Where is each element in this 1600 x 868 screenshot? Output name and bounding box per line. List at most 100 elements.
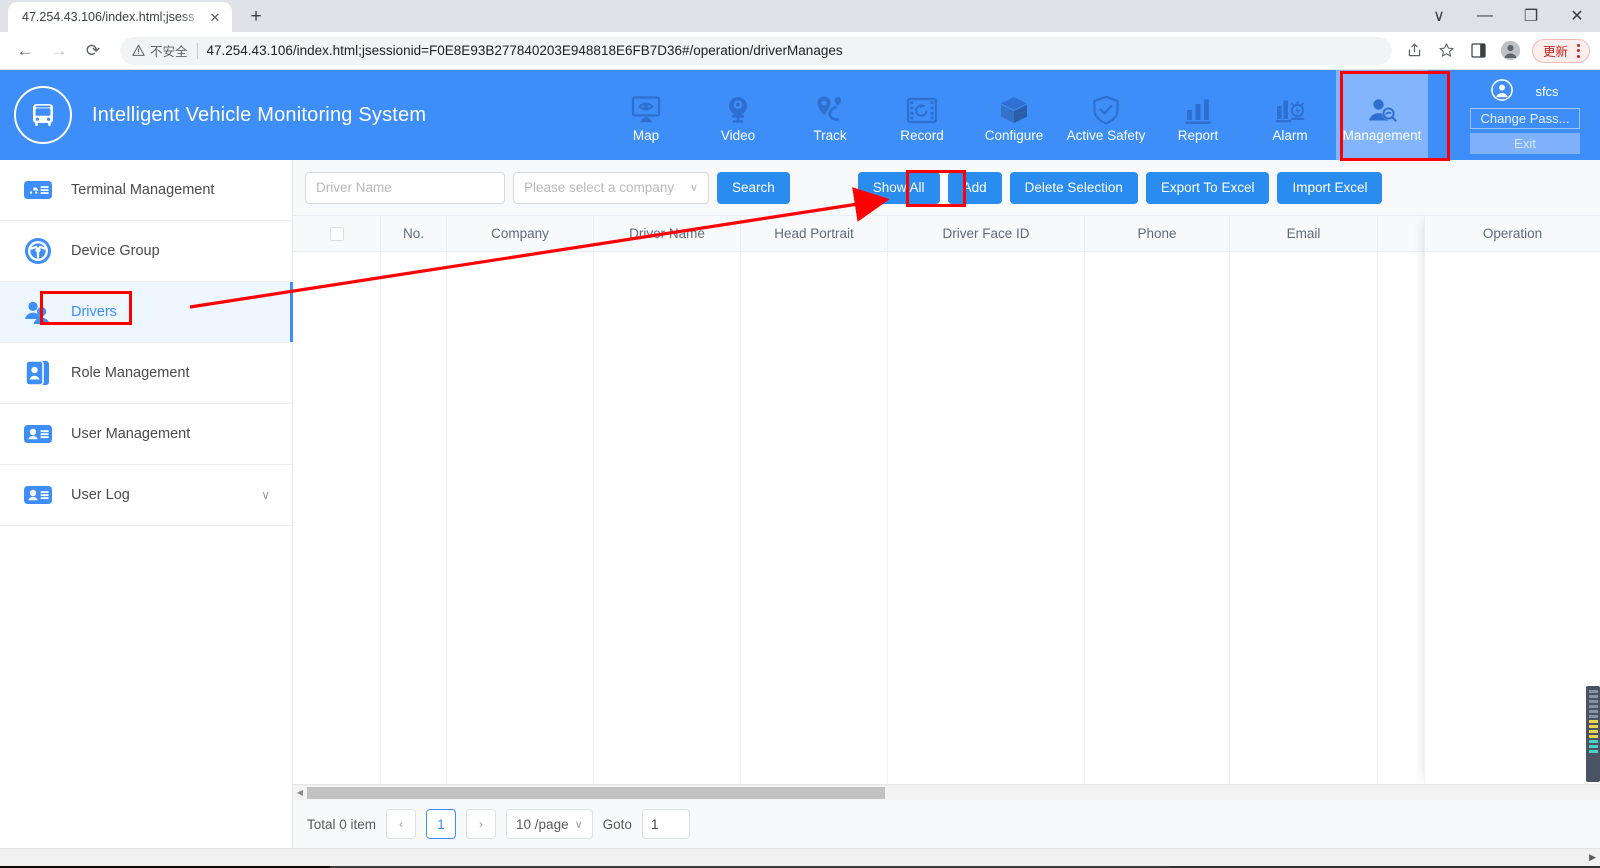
app-body: Terminal Management Device Group Drivers… xyxy=(0,160,1600,848)
reload-icon[interactable]: ⟳ xyxy=(78,36,108,66)
nav-item-management[interactable]: Management xyxy=(1336,70,1428,160)
scroll-left-icon[interactable]: ◀ xyxy=(293,788,307,797)
sidebar-item-label: Device Group xyxy=(71,243,160,259)
user-panel: sfcs Change Pass... Exit xyxy=(1450,70,1600,160)
share-icon[interactable] xyxy=(1400,36,1430,66)
maximize-icon[interactable]: ❐ xyxy=(1508,0,1554,32)
browser-tab-strip: 47.254.43.106/index.html;jsess ✕ + ∨ — ❐… xyxy=(0,0,1600,32)
page-size-select[interactable]: 10 /page ∨ xyxy=(506,809,593,839)
bus-icon xyxy=(14,86,72,144)
sidebar-item-user-log[interactable]: User Log ∨ xyxy=(0,465,292,526)
alarm-chart-icon xyxy=(1275,85,1305,125)
page-horizontal-scrollbar[interactable]: ▶ xyxy=(0,848,1600,866)
side-panel-icon[interactable] xyxy=(1464,36,1494,66)
nav-item-video[interactable]: Video xyxy=(692,70,784,160)
export-to-excel-button[interactable]: Export To Excel xyxy=(1145,171,1270,204)
sidebar-item-drivers[interactable]: Drivers xyxy=(0,282,293,343)
goto-page-input[interactable] xyxy=(641,809,690,839)
table-header-row: No. Company Driver Name Head Portrait Dr… xyxy=(293,215,1600,252)
sidebar-item-label: User Management xyxy=(71,426,191,442)
chevron-down-icon: ∨ xyxy=(689,182,698,194)
bookmark-star-icon[interactable] xyxy=(1432,36,1462,66)
nav-label: Active Safety xyxy=(1066,128,1146,144)
table-header-select-all[interactable] xyxy=(293,216,381,251)
nav-item-alarm[interactable]: Alarm xyxy=(1244,70,1336,160)
pagination: Total 0 item ‹ 1 › 10 /page ∨ Goto xyxy=(293,800,1600,848)
table-header-operation[interactable]: Operation xyxy=(1425,215,1600,252)
forward-icon[interactable]: → xyxy=(44,36,74,66)
warning-triangle-icon xyxy=(132,44,145,56)
sidebar-item-terminal-management[interactable]: Terminal Management xyxy=(0,160,292,221)
minimize-icon[interactable]: — xyxy=(1462,0,1508,32)
user-identity: sfcs xyxy=(1491,78,1559,104)
select-all-checkbox[interactable] xyxy=(329,226,344,241)
security-warning[interactable]: 不安全 xyxy=(132,41,188,60)
sidebar-item-label: User Log xyxy=(71,487,130,503)
nav-item-report[interactable]: Report xyxy=(1152,70,1244,160)
content-area: Please select a company ∨ Search Show Al… xyxy=(293,160,1600,848)
sidebar-item-role-management[interactable]: Role Management xyxy=(0,343,292,404)
company-select[interactable]: Please select a company ∨ xyxy=(513,171,709,204)
map-pin-route-icon xyxy=(814,85,846,125)
add-button[interactable]: Add xyxy=(947,171,1002,204)
search-button[interactable]: Search xyxy=(717,171,790,204)
table-horizontal-scrollbar[interactable]: ◀ xyxy=(293,784,1600,800)
close-icon[interactable]: ✕ xyxy=(206,8,224,26)
exit-button[interactable]: Exit xyxy=(1470,132,1580,154)
nav-label: Management xyxy=(1342,128,1422,144)
back-icon[interactable]: ← xyxy=(10,36,40,66)
steering-wheel-icon xyxy=(22,235,54,267)
nav-label: Alarm xyxy=(1272,128,1308,144)
user-log-icon xyxy=(22,479,54,511)
omnibox-divider xyxy=(196,42,198,59)
table-header-email[interactable]: Email xyxy=(1230,216,1378,251)
audio-meter-widget[interactable] xyxy=(1586,686,1600,782)
terminal-card-icon xyxy=(22,174,54,206)
browser-tab[interactable]: 47.254.43.106/index.html;jsess ✕ xyxy=(8,2,232,32)
sidebar-item-user-management[interactable]: User Management xyxy=(0,404,292,465)
table-header-phone[interactable]: Phone xyxy=(1085,216,1230,251)
nav-item-active-safety[interactable]: Active Safety xyxy=(1060,70,1152,160)
table-header-company[interactable]: Company xyxy=(447,216,594,251)
search-toolbar: Please select a company ∨ Search Show Al… xyxy=(293,160,1600,215)
pagination-next-button[interactable]: › xyxy=(466,809,497,839)
table-header-driver-name[interactable]: Driver Name xyxy=(594,216,741,251)
table-column-email xyxy=(1230,252,1378,784)
profile-avatar-icon[interactable] xyxy=(1496,36,1526,66)
show-all-button[interactable]: Show All xyxy=(857,171,940,204)
browser-toolbar: ← → ⟳ 不安全 47.254.43.106/index.html;jsess… xyxy=(0,32,1600,70)
delete-selection-button[interactable]: Delete Selection xyxy=(1009,171,1138,204)
nav-label: Report xyxy=(1177,128,1219,144)
nav-item-track[interactable]: Track xyxy=(784,70,876,160)
drivers-table: No. Company Driver Name Head Portrait Dr… xyxy=(293,215,1600,784)
table-header-head-portrait[interactable]: Head Portrait xyxy=(741,216,888,251)
change-password-button[interactable]: Change Pass... xyxy=(1470,107,1580,129)
table-header-driver-face-id[interactable]: Driver Face ID xyxy=(888,216,1085,251)
nav-label: Track xyxy=(813,128,847,144)
chrome-menu-icon[interactable] xyxy=(1572,43,1585,58)
address-bar[interactable]: 不安全 47.254.43.106/index.html;jsessionid=… xyxy=(120,36,1392,65)
drivers-icon xyxy=(22,296,54,328)
import-excel-button[interactable]: Import Excel xyxy=(1277,171,1383,204)
scroll-right-icon[interactable]: ▶ xyxy=(1589,852,1596,863)
chevron-down-icon[interactable]: ∨ xyxy=(1416,0,1462,32)
sidebar-item-device-group[interactable]: Device Group xyxy=(0,221,292,282)
nav-item-map[interactable]: Map xyxy=(600,70,692,160)
new-tab-button[interactable]: + xyxy=(242,3,270,31)
search-input[interactable] xyxy=(305,171,505,204)
nav-item-record[interactable]: Record xyxy=(876,70,968,160)
pagination-total: Total 0 item xyxy=(307,816,377,832)
pagination-page-1[interactable]: 1 xyxy=(426,809,457,839)
pagination-prev-button[interactable]: ‹ xyxy=(386,809,417,839)
chevron-down-icon[interactable]: ∨ xyxy=(261,488,270,502)
scrollbar-thumb[interactable] xyxy=(307,786,885,799)
window-close-icon[interactable]: ✕ xyxy=(1554,0,1600,32)
company-select-value: Please select a company xyxy=(524,180,675,195)
toolbar-icons: 更新 xyxy=(1400,36,1590,66)
url-text: 47.254.43.106/index.html;jsessionid=F0E8… xyxy=(206,43,843,58)
update-button[interactable]: 更新 xyxy=(1531,38,1590,63)
nav-item-configure[interactable]: Configure xyxy=(968,70,1060,160)
app-header: Intelligent Vehicle Monitoring System Ma… xyxy=(0,70,1600,160)
cube-icon xyxy=(999,85,1029,125)
table-header-no[interactable]: No. xyxy=(381,216,447,251)
